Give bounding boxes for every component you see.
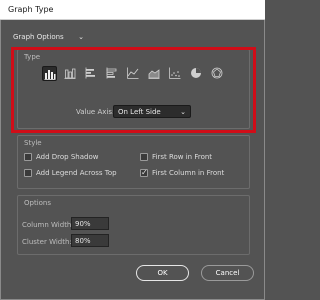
cancel-button[interactable]: Cancel bbox=[201, 265, 254, 281]
column-width-label: Column Width: bbox=[22, 221, 74, 229]
add-legend-label: Add Legend Across Top bbox=[36, 169, 117, 177]
window-title: Graph Type bbox=[8, 5, 54, 14]
add-drop-shadow-checkbox[interactable]: Add Drop Shadow bbox=[24, 153, 98, 161]
column-width-field[interactable]: 90% bbox=[71, 217, 109, 230]
style-section-title: Style bbox=[24, 139, 42, 147]
graph-options-value: Graph Options bbox=[13, 33, 64, 41]
add-legend-checkbox[interactable]: Add Legend Across Top bbox=[24, 169, 117, 177]
ok-button[interactable]: OK bbox=[136, 265, 189, 281]
checkbox-box[interactable] bbox=[140, 153, 148, 161]
graph-type-dialog: Graph Options ⌄ Type Value Axis: On Left… bbox=[0, 20, 265, 300]
title-bar: Graph Type bbox=[0, 0, 265, 20]
cluster-width-label: Cluster Width: bbox=[22, 238, 72, 246]
first-row-front-label: First Row in Front bbox=[152, 153, 213, 161]
add-drop-shadow-label: Add Drop Shadow bbox=[36, 153, 99, 161]
first-column-front-checkbox[interactable]: First Column in Front bbox=[140, 168, 225, 177]
graph-options-dropdown[interactable]: Graph Options ⌄ bbox=[9, 31, 88, 44]
cluster-width-field[interactable]: 80% bbox=[71, 234, 109, 247]
style-panel: Style Add Drop Shadow Add Legend Across … bbox=[17, 135, 250, 189]
checkbox-box[interactable] bbox=[24, 169, 32, 177]
options-section-title: Options bbox=[24, 199, 52, 207]
first-row-front-checkbox[interactable]: First Row in Front bbox=[140, 153, 212, 161]
checkbox-box-checked[interactable] bbox=[140, 168, 148, 177]
chevron-down-icon: ⌄ bbox=[78, 33, 84, 41]
first-column-front-label: First Column in Front bbox=[152, 169, 225, 177]
type-section-highlight bbox=[11, 47, 256, 133]
options-panel: Options Column Width: 90% Cluster Width:… bbox=[17, 195, 250, 255]
checkbox-box[interactable] bbox=[24, 153, 32, 161]
